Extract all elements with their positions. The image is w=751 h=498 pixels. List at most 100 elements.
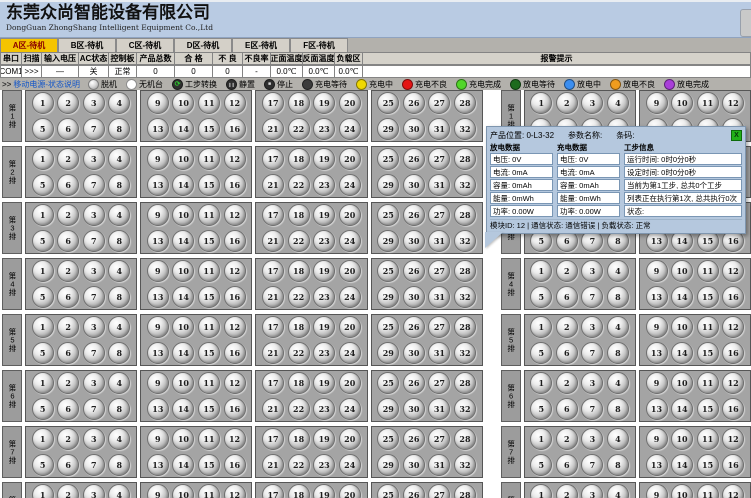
battery-slot[interactable]: 8: [108, 174, 130, 196]
battery-slot[interactable]: 3: [581, 372, 603, 394]
battery-slot[interactable]: 21: [262, 398, 284, 420]
battery-slot[interactable]: 19: [313, 204, 335, 226]
tab-zone-4[interactable]: E区-待机: [232, 38, 290, 52]
battery-slot[interactable]: 10: [671, 484, 693, 498]
battery-slot[interactable]: 13: [646, 454, 668, 476]
battery-slot[interactable]: 4: [108, 428, 130, 450]
battery-slot[interactable]: 9: [646, 372, 668, 394]
battery-slot[interactable]: 10: [172, 484, 194, 498]
tab-zone-1[interactable]: B区-待机: [58, 38, 116, 52]
battery-slot[interactable]: 24: [339, 454, 361, 476]
battery-slot[interactable]: 8: [108, 342, 130, 364]
battery-slot[interactable]: 3: [83, 428, 105, 450]
battery-slot[interactable]: 23: [313, 398, 335, 420]
battery-slot[interactable]: 12: [224, 148, 246, 170]
battery-slot[interactable]: 26: [403, 148, 425, 170]
battery-slot[interactable]: 5: [32, 286, 54, 308]
battery-slot[interactable]: 7: [581, 342, 603, 364]
battery-slot[interactable]: 13: [147, 286, 169, 308]
battery-slot[interactable]: 9: [147, 204, 169, 226]
battery-slot[interactable]: 15: [198, 174, 220, 196]
battery-slot[interactable]: 24: [339, 118, 361, 140]
battery-slot[interactable]: 24: [339, 174, 361, 196]
battery-slot[interactable]: 1: [32, 372, 54, 394]
battery-slot[interactable]: 14: [172, 398, 194, 420]
battery-slot[interactable]: 7: [581, 286, 603, 308]
battery-slot[interactable]: 4: [607, 260, 629, 282]
battery-slot[interactable]: 11: [198, 260, 220, 282]
battery-slot[interactable]: 23: [313, 286, 335, 308]
battery-slot[interactable]: 24: [339, 230, 361, 252]
battery-slot[interactable]: 25: [377, 148, 399, 170]
battery-slot[interactable]: 11: [198, 148, 220, 170]
battery-slot[interactable]: 12: [224, 92, 246, 114]
battery-slot[interactable]: 27: [428, 316, 450, 338]
battery-slot[interactable]: 30: [403, 230, 425, 252]
battery-slot[interactable]: 10: [172, 204, 194, 226]
battery-slot[interactable]: 14: [172, 286, 194, 308]
battery-slot[interactable]: 30: [403, 398, 425, 420]
battery-slot[interactable]: 13: [147, 454, 169, 476]
battery-slot[interactable]: 26: [403, 260, 425, 282]
battery-slot[interactable]: 27: [428, 260, 450, 282]
battery-slot[interactable]: 17: [262, 148, 284, 170]
battery-slot[interactable]: 9: [646, 92, 668, 114]
battery-slot[interactable]: 16: [224, 230, 246, 252]
battery-slot[interactable]: 13: [147, 118, 169, 140]
battery-slot[interactable]: 16: [224, 174, 246, 196]
battery-slot[interactable]: 3: [581, 316, 603, 338]
battery-slot[interactable]: 24: [339, 342, 361, 364]
battery-slot[interactable]: 14: [671, 342, 693, 364]
battery-slot[interactable]: 25: [377, 484, 399, 498]
battery-slot[interactable]: 7: [581, 398, 603, 420]
battery-slot[interactable]: 29: [377, 342, 399, 364]
battery-slot[interactable]: 8: [108, 454, 130, 476]
battery-slot[interactable]: 28: [454, 484, 476, 498]
tab-zone-2[interactable]: C区-待机: [116, 38, 174, 52]
battery-slot[interactable]: 7: [83, 342, 105, 364]
battery-slot[interactable]: 23: [313, 230, 335, 252]
battery-slot[interactable]: 11: [198, 372, 220, 394]
battery-slot[interactable]: 9: [646, 316, 668, 338]
battery-slot[interactable]: 20: [339, 204, 361, 226]
battery-slot[interactable]: 28: [454, 428, 476, 450]
battery-slot[interactable]: 18: [288, 428, 310, 450]
battery-slot[interactable]: 21: [262, 342, 284, 364]
battery-slot[interactable]: 16: [224, 342, 246, 364]
battery-slot[interactable]: 18: [288, 484, 310, 498]
battery-slot[interactable]: 1: [32, 428, 54, 450]
battery-slot[interactable]: 11: [697, 92, 719, 114]
battery-slot[interactable]: 2: [556, 260, 578, 282]
battery-slot[interactable]: 19: [313, 484, 335, 498]
battery-slot[interactable]: 20: [339, 260, 361, 282]
battery-slot[interactable]: 1: [530, 372, 552, 394]
battery-slot[interactable]: 12: [722, 260, 744, 282]
battery-slot[interactable]: 27: [428, 148, 450, 170]
battery-slot[interactable]: 6: [57, 342, 79, 364]
battery-slot[interactable]: 3: [83, 260, 105, 282]
battery-slot[interactable]: 6: [57, 118, 79, 140]
battery-slot[interactable]: 11: [198, 92, 220, 114]
battery-slot[interactable]: 32: [454, 230, 476, 252]
battery-slot[interactable]: 25: [377, 204, 399, 226]
battery-slot[interactable]: 5: [32, 118, 54, 140]
battery-slot[interactable]: 7: [83, 454, 105, 476]
tab-zone-0[interactable]: A区-待机: [0, 38, 58, 52]
battery-slot[interactable]: 15: [198, 342, 220, 364]
battery-slot[interactable]: 26: [403, 316, 425, 338]
battery-slot[interactable]: 9: [147, 484, 169, 498]
battery-slot[interactable]: 2: [57, 148, 79, 170]
battery-slot[interactable]: 4: [108, 260, 130, 282]
battery-slot[interactable]: 4: [607, 372, 629, 394]
battery-slot[interactable]: 29: [377, 118, 399, 140]
battery-slot[interactable]: 25: [377, 260, 399, 282]
battery-slot[interactable]: 10: [671, 428, 693, 450]
battery-slot[interactable]: 2: [57, 316, 79, 338]
battery-slot[interactable]: 17: [262, 372, 284, 394]
battery-slot[interactable]: 9: [147, 260, 169, 282]
battery-slot[interactable]: 4: [607, 316, 629, 338]
battery-slot[interactable]: 27: [428, 204, 450, 226]
battery-slot[interactable]: 23: [313, 174, 335, 196]
legend-intro-link[interactable]: 移动电源-状态说明: [13, 79, 80, 90]
battery-slot[interactable]: 8: [108, 118, 130, 140]
